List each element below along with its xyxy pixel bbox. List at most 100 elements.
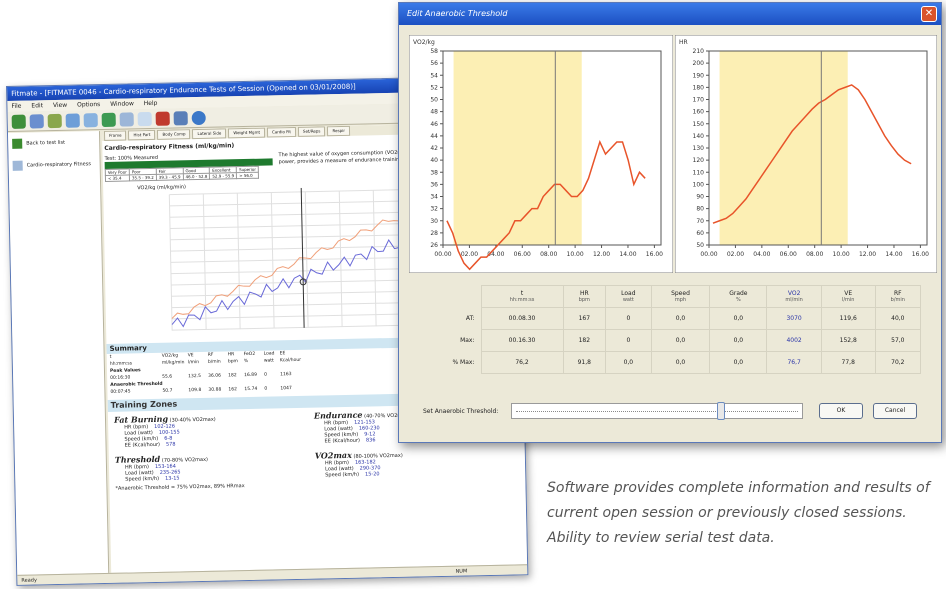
zone-val: 15-20 <box>364 471 380 478</box>
threshold-slider[interactable] <box>511 403 803 419</box>
col-ve: VE l/min <box>820 285 876 308</box>
x-tick-label: 00.00 <box>700 251 717 258</box>
col-t: t hh:mm:ss <box>480 285 564 308</box>
col-name: HR <box>579 290 589 297</box>
nav-label: Cardio-respiratory Fitness <box>26 161 92 169</box>
slider-thumb[interactable] <box>717 402 726 420</box>
y-tick-label: 180 <box>693 84 705 91</box>
y-tick-label: 90 <box>696 194 704 201</box>
cancel-button[interactable]: Cancel <box>873 403 917 419</box>
menu-help[interactable]: Help <box>144 100 158 107</box>
globe-icon[interactable] <box>101 112 116 127</box>
nav-cardio-fitness[interactable]: Cardio-respiratory Fitness <box>8 153 99 177</box>
y-tick-label: 44 <box>430 133 438 140</box>
cell: 0 <box>605 329 652 352</box>
col-speed: Speed mph <box>650 285 711 308</box>
menu-options[interactable]: Options <box>77 101 100 108</box>
navigation-panel: Back to test list Cardio-respiratory Fit… <box>7 131 110 575</box>
col-unit: mph <box>674 297 687 303</box>
threshold-label: Set Anaerobic Threshold: <box>423 408 499 415</box>
close-button[interactable]: ✕ <box>921 6 937 22</box>
cell: 3070 <box>766 307 822 330</box>
rating-value: 46.0 - 52.8 <box>182 173 210 180</box>
tab-cardio-fit[interactable]: Cardio Fit <box>266 126 297 138</box>
x-tick-label: 08.00 <box>806 251 823 258</box>
clipboard-icon[interactable] <box>65 112 80 128</box>
col-rf: RF b/min <box>874 285 922 308</box>
summary-cell: 30.88 <box>208 387 222 393</box>
menu-file[interactable]: File <box>11 103 21 110</box>
chart-label: VO2/kg <box>413 39 435 46</box>
zone-key: Speed (km/h) <box>325 471 360 479</box>
ok-button[interactable]: OK <box>819 403 863 419</box>
x-tick-label: 16.00 <box>912 251 929 258</box>
options-icon[interactable] <box>173 110 188 125</box>
report-icon[interactable] <box>83 112 98 127</box>
tab-respir[interactable]: Respir <box>327 125 351 137</box>
y-tick-label: 120 <box>693 157 705 164</box>
y-tick-label: 60 <box>696 230 704 237</box>
y-tick-label: 50 <box>430 97 438 104</box>
chart-label: HR <box>679 39 688 46</box>
nav-back-to-test-list[interactable]: Back to test list <box>8 131 99 155</box>
back-arrow-icon <box>12 138 23 149</box>
zone-key: Speed (km/h) <box>125 475 160 483</box>
col-name: RF <box>894 290 902 297</box>
summary-cell: 109.8 <box>188 387 202 394</box>
summary-cell: 00:07:45 <box>110 389 131 395</box>
y-tick-label: 140 <box>693 133 705 140</box>
tab-frame[interactable]: Frame <box>103 130 127 141</box>
summary-cell: 0 <box>264 386 268 392</box>
row-max: Max: 00.16.30 182 0 0,0 0,0 4002 152,8 5… <box>421 329 922 352</box>
export-icon[interactable] <box>119 111 134 127</box>
col-grade: Grade% <box>709 285 768 308</box>
x-tick-label: 16.00 <box>646 251 663 258</box>
menu-view[interactable]: View <box>53 102 67 109</box>
y-tick-label: 80 <box>696 206 704 213</box>
tab-hist-part[interactable]: Hist Part <box>128 129 156 141</box>
vo2-chart: VO2/kg 26 28 30 32 34 36 38 40 42 44 46 48 50 52 54 56 5… <box>409 35 673 273</box>
rating-value: 52.9 - 55.9 <box>209 172 237 180</box>
rating-header: Very Poor <box>105 168 130 176</box>
col-name: t <box>520 290 524 297</box>
zone-vo2max: VO2max (80-100% VO2max) HR (bpm) 163-182 … <box>315 446 516 479</box>
rating-box: Test: 100% Measured Very Poor Poor Fair … <box>104 152 273 182</box>
y-tick-label: 100 <box>693 181 705 188</box>
edit-threshold-dialog: Edit Anaerobic Threshold ✕ VO2/kg 26 28 30… <box>398 2 942 443</box>
print-icon[interactable] <box>137 111 152 126</box>
shaded-region <box>719 51 848 245</box>
cell: 0,0 <box>709 329 768 352</box>
y-tick-label: 170 <box>693 97 705 104</box>
x-tick-label: 02.00 <box>727 251 744 258</box>
x-tick-label: 10.00 <box>833 251 850 258</box>
y-tick-label: 54 <box>430 72 438 79</box>
tab-body-comp[interactable]: Body Comp <box>157 129 191 140</box>
tab-weight-mgmt[interactable]: Weight Mgmt <box>228 127 266 139</box>
delete-icon[interactable] <box>155 111 170 126</box>
shaded-region <box>453 51 582 245</box>
cell: 76,2 <box>480 351 564 374</box>
test-icon[interactable] <box>47 113 62 128</box>
rating-value: 39.3 - 45.9 <box>156 173 184 181</box>
col-name: VE <box>844 290 853 297</box>
cell: 0,0 <box>709 307 768 330</box>
col-unit: ml/min <box>785 297 803 303</box>
tab-lateral-side[interactable]: Lateral Side <box>192 128 227 140</box>
zone-val: 578 <box>165 441 176 448</box>
x-tick-label: 04.00 <box>753 251 770 258</box>
users-icon[interactable] <box>29 113 44 129</box>
tab-set-reps[interactable]: Set/Reps <box>297 126 326 137</box>
user-icon[interactable] <box>11 114 26 129</box>
slider-ticks <box>516 411 798 412</box>
summary-table: t VO2/kg VE RF HR FeO2 Load EE hh:mm:ss … <box>109 350 304 396</box>
row-label: AT: <box>465 315 475 322</box>
help-icon[interactable] <box>191 110 206 125</box>
status-text: Ready <box>21 577 37 584</box>
corner-cell <box>421 286 481 308</box>
threshold-values-table: t hh:mm:ss HR bpm Load watt Speed mph Grade%… <box>421 285 922 374</box>
summary-cell: 15.74 <box>244 386 258 393</box>
menu-edit[interactable]: Edit <box>31 102 43 109</box>
menu-window[interactable]: Window <box>110 100 134 107</box>
cell: 182 <box>562 329 607 352</box>
summary-cell: 50.7 <box>162 388 173 394</box>
